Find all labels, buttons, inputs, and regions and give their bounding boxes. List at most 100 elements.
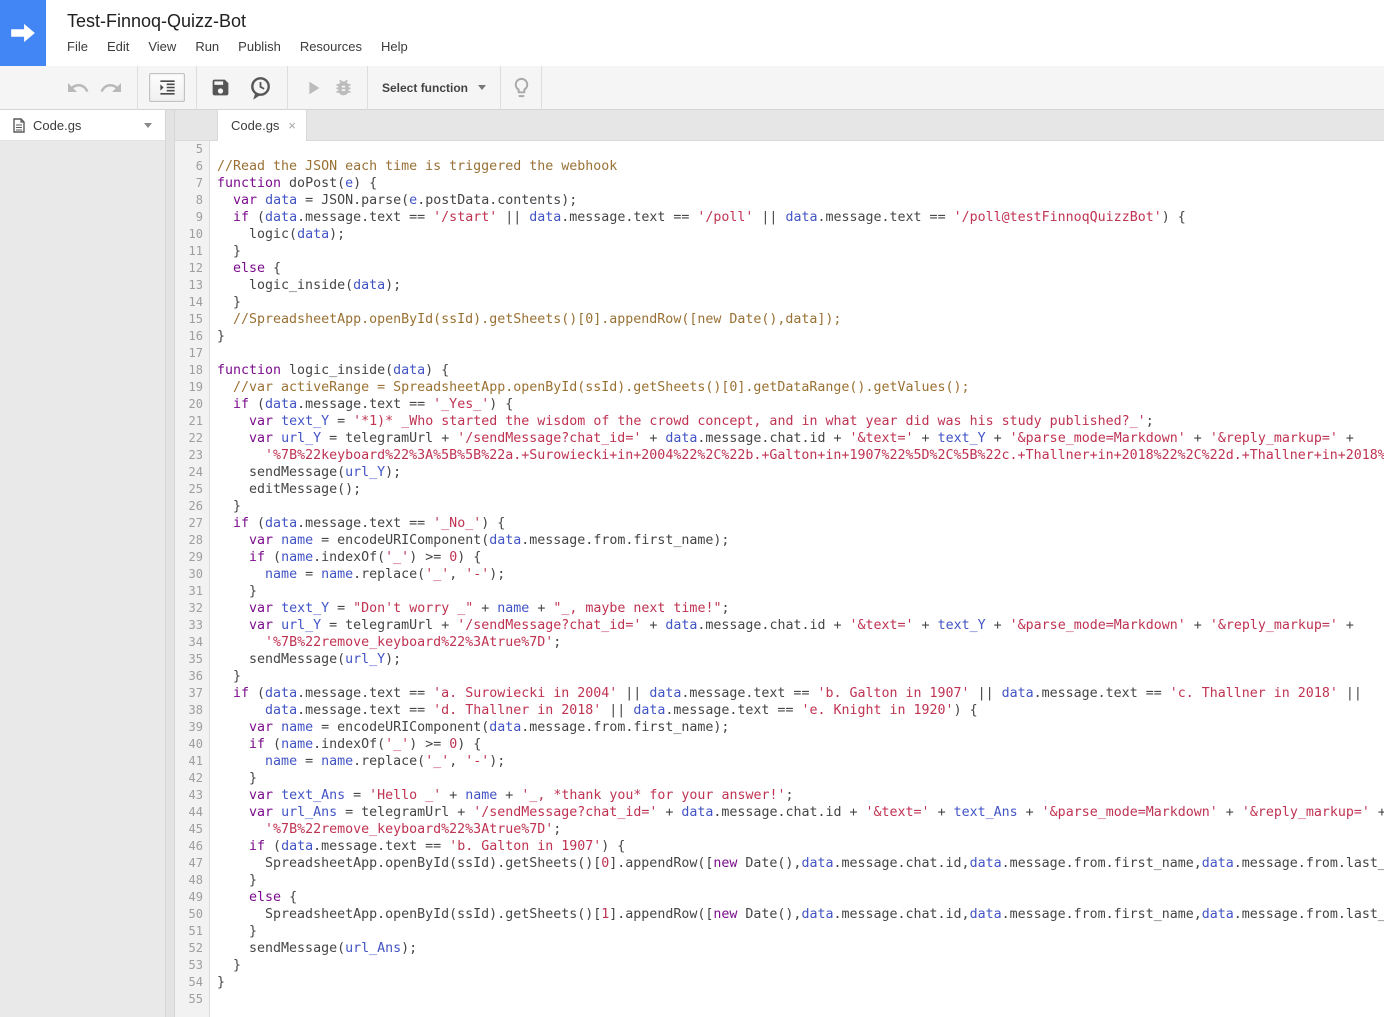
- code-line[interactable]: }: [217, 957, 1384, 974]
- line-number[interactable]: 37: [175, 685, 203, 702]
- code-line[interactable]: }: [217, 498, 1384, 515]
- line-number[interactable]: 51: [175, 923, 203, 940]
- line-number[interactable]: 44: [175, 804, 203, 821]
- line-number[interactable]: 16: [175, 328, 203, 345]
- code-line[interactable]: SpreadsheetApp.openById(ssId).getSheets(…: [217, 855, 1384, 872]
- code-line[interactable]: logic(data);: [217, 226, 1384, 243]
- menu-publish[interactable]: Publish: [238, 39, 281, 55]
- line-number[interactable]: 15: [175, 311, 203, 328]
- select-function-dropdown[interactable]: Select function: [368, 66, 500, 110]
- file-menu-chevron-icon[interactable]: [144, 122, 152, 128]
- line-number[interactable]: 35: [175, 651, 203, 668]
- line-number[interactable]: 50: [175, 906, 203, 923]
- line-number[interactable]: 11: [175, 243, 203, 260]
- line-number[interactable]: 5: [175, 141, 203, 158]
- line-number[interactable]: 52: [175, 940, 203, 957]
- code-line[interactable]: var url_Y = telegramUrl + '/sendMessage?…: [217, 617, 1384, 634]
- code-line[interactable]: var url_Y = telegramUrl + '/sendMessage?…: [217, 430, 1384, 447]
- line-number[interactable]: 34: [175, 634, 203, 651]
- code-line[interactable]: if (name.indexOf('_') >= 0) {: [217, 736, 1384, 753]
- line-number[interactable]: 29: [175, 549, 203, 566]
- menu-edit[interactable]: Edit: [107, 39, 129, 55]
- code-line[interactable]: logic_inside(data);: [217, 277, 1384, 294]
- menu-resources[interactable]: Resources: [300, 39, 362, 55]
- code-line[interactable]: if (data.message.text == 'a. Surowiecki …: [217, 685, 1384, 702]
- code-line[interactable]: '%7B%22remove_keyboard%22%3Atrue%7D';: [217, 821, 1384, 838]
- code-line[interactable]: sendMessage(url_Ans);: [217, 940, 1384, 957]
- indent-button[interactable]: [149, 73, 185, 102]
- code-line[interactable]: var name = encodeURIComponent(data.messa…: [217, 719, 1384, 736]
- code-line[interactable]: }: [217, 668, 1384, 685]
- code-line[interactable]: name = name.replace('_', '-');: [217, 753, 1384, 770]
- line-number[interactable]: 45: [175, 821, 203, 838]
- save-button[interactable]: [210, 73, 231, 103]
- code-line[interactable]: sendMessage(url_Y);: [217, 464, 1384, 481]
- line-number[interactable]: 14: [175, 294, 203, 311]
- code-line[interactable]: }: [217, 974, 1384, 991]
- tab-close-icon[interactable]: ×: [288, 119, 296, 132]
- menu-view[interactable]: View: [148, 39, 176, 55]
- line-number[interactable]: 18: [175, 362, 203, 379]
- code-line[interactable]: var text_Y = '*1)* _Who started the wisd…: [217, 413, 1384, 430]
- code-line[interactable]: }: [217, 328, 1384, 345]
- code-line[interactable]: }: [217, 583, 1384, 600]
- sidebar-item-code-gs[interactable]: Code.gs: [0, 110, 165, 141]
- code-line[interactable]: }: [217, 294, 1384, 311]
- line-number[interactable]: 36: [175, 668, 203, 685]
- code-line[interactable]: var name = encodeURIComponent(data.messa…: [217, 532, 1384, 549]
- line-number[interactable]: 21: [175, 413, 203, 430]
- line-number[interactable]: 32: [175, 600, 203, 617]
- line-number[interactable]: 10: [175, 226, 203, 243]
- code-line[interactable]: var url_Ans = telegramUrl + '/sendMessag…: [217, 804, 1384, 821]
- code-line[interactable]: if (name.indexOf('_') >= 0) {: [217, 549, 1384, 566]
- line-number[interactable]: 53: [175, 957, 203, 974]
- line-number[interactable]: 31: [175, 583, 203, 600]
- line-number[interactable]: 46: [175, 838, 203, 855]
- line-number[interactable]: 6: [175, 158, 203, 175]
- line-number[interactable]: 24: [175, 464, 203, 481]
- menu-help[interactable]: Help: [381, 39, 408, 55]
- code-line[interactable]: var text_Y = "Don't worry _" + name + "_…: [217, 600, 1384, 617]
- sidebar-resize-handle[interactable]: [166, 110, 175, 1017]
- code-line[interactable]: [217, 345, 1384, 362]
- code-line[interactable]: sendMessage(url_Y);: [217, 651, 1384, 668]
- line-number[interactable]: 33: [175, 617, 203, 634]
- project-history-button[interactable]: [247, 73, 273, 103]
- debug-button[interactable]: [333, 73, 354, 103]
- code-line[interactable]: [217, 141, 1384, 158]
- line-number[interactable]: 17: [175, 345, 203, 362]
- line-number[interactable]: 43: [175, 787, 203, 804]
- code-line[interactable]: SpreadsheetApp.openById(ssId).getSheets(…: [217, 906, 1384, 923]
- line-number[interactable]: 30: [175, 566, 203, 583]
- code-line[interactable]: else {: [217, 260, 1384, 277]
- line-number[interactable]: 48: [175, 872, 203, 889]
- code-line[interactable]: var text_Ans = 'Hello _' + name + '_, *t…: [217, 787, 1384, 804]
- line-number[interactable]: 13: [175, 277, 203, 294]
- redo-button[interactable]: [99, 73, 123, 103]
- code-line[interactable]: function doPost(e) {: [217, 175, 1384, 192]
- code-line[interactable]: else {: [217, 889, 1384, 906]
- tab-code-gs[interactable]: Code.gs ×: [217, 110, 308, 141]
- code-line[interactable]: }: [217, 923, 1384, 940]
- line-number[interactable]: 42: [175, 770, 203, 787]
- code-line[interactable]: }: [217, 770, 1384, 787]
- line-number[interactable]: 54: [175, 974, 203, 991]
- code-line[interactable]: editMessage();: [217, 481, 1384, 498]
- line-number[interactable]: 25: [175, 481, 203, 498]
- app-logo[interactable]: [0, 0, 46, 66]
- code-pane[interactable]: //Read the JSON each time is triggered t…: [210, 141, 1384, 1017]
- line-number[interactable]: 27: [175, 515, 203, 532]
- menu-run[interactable]: Run: [195, 39, 219, 55]
- line-number[interactable]: 9: [175, 209, 203, 226]
- run-button[interactable]: [302, 73, 324, 103]
- line-number[interactable]: 23: [175, 447, 203, 464]
- code-line[interactable]: if (data.message.text == '/start' || dat…: [217, 209, 1384, 226]
- line-number[interactable]: 47: [175, 855, 203, 872]
- code-line[interactable]: //var activeRange = SpreadsheetApp.openB…: [217, 379, 1384, 396]
- line-number[interactable]: 7: [175, 175, 203, 192]
- code-line[interactable]: '%7B%22keyboard%22%3A%5B%5B%22a.+Surowie…: [217, 447, 1384, 464]
- code-line[interactable]: }: [217, 872, 1384, 889]
- line-number[interactable]: 39: [175, 719, 203, 736]
- menu-file[interactable]: File: [67, 39, 88, 55]
- line-number[interactable]: 38: [175, 702, 203, 719]
